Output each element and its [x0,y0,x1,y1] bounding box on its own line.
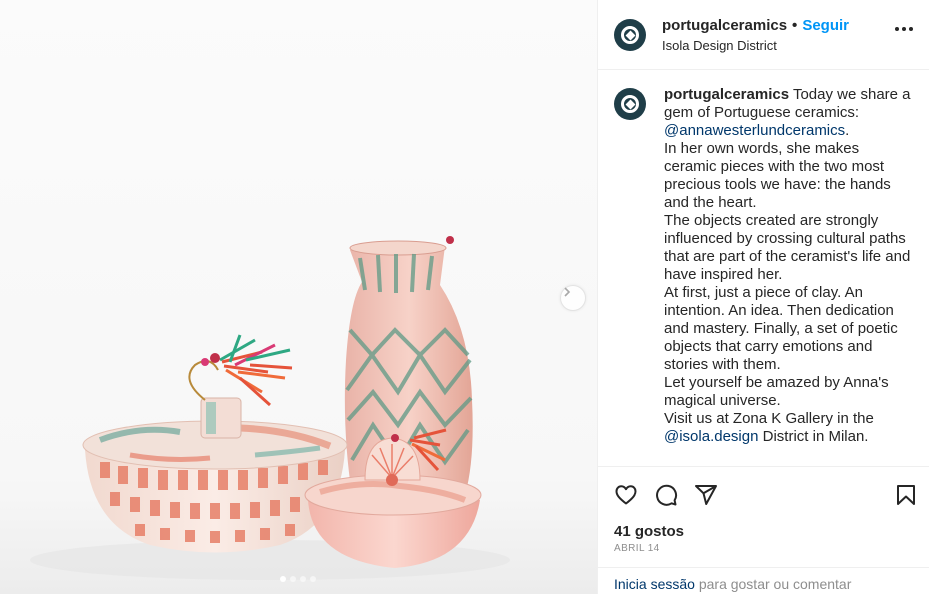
carousel-dot [300,576,306,582]
caption-line: In her own words, she makes ceramic piec… [664,140,891,211]
carousel-indicator [280,576,316,582]
bookmark-icon[interactable] [894,483,918,512]
post-photo[interactable] [0,0,597,594]
carousel-dot [290,576,296,582]
likes-count[interactable]: 41 gostos [614,523,684,540]
carousel-dot [280,576,286,582]
login-prompt-text: para gostar ou comentar [698,576,852,592]
post-header: portugalceramics • Seguir Isola Design Dis… [598,0,929,70]
ceramics-photo [0,236,597,594]
caption-text: portugalceramics Today we share a gem of… [664,86,914,446]
avatar[interactable] [614,19,646,51]
login-link[interactable]: Inicia sessão [614,576,695,592]
post-side-panel: portugalceramics • Seguir Isola Design Dis… [597,0,929,594]
caption-username[interactable]: portugalceramics [664,86,789,103]
caption-line: The objects created are strongly influen… [664,212,911,283]
chevron-right-icon [564,287,571,297]
comment-icon[interactable] [654,483,678,512]
caption-line: Visit us at Zona K Gallery in the [664,410,874,427]
caption-line: Let yourself be amazed by Anna's magical… [664,374,889,409]
location-link[interactable]: Isola Design District [662,38,777,53]
more-options-icon[interactable] [895,27,913,31]
carousel-dot [310,576,316,582]
caption-line: At first, just a piece of clay. An inten… [664,284,898,373]
share-icon[interactable] [694,483,718,512]
post-caption: portugalceramics Today we share a gem of… [614,86,914,466]
avatar[interactable] [614,88,646,120]
heart-icon[interactable] [614,483,638,512]
post-actions: 41 gostos ABRIL 14 Inicia sessão para go… [598,466,929,594]
header-username-row: portugalceramics • Seguir [662,17,849,34]
mention-link[interactable]: @annawesterlundceramics [664,122,845,139]
separator: • [792,17,798,34]
post-date: ABRIL 14 [614,543,660,554]
login-prompt: Inicia sessão para gostar ou comentar [598,567,929,594]
mention-link[interactable]: @isola.design [664,428,758,445]
follow-button[interactable]: Seguir [802,17,849,34]
carousel-next-button[interactable] [560,285,586,311]
caption-line: District in Milan. [762,428,869,445]
caption-line: . [845,122,850,139]
username-link[interactable]: portugalceramics [662,17,787,34]
